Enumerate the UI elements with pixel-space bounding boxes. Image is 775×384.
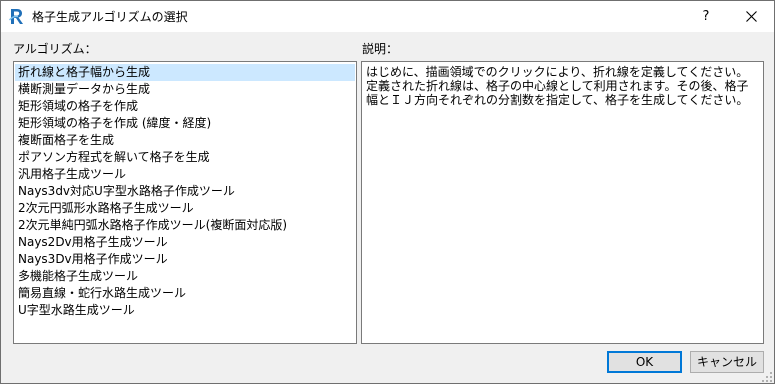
list-item[interactable]: 多機能格子生成ツール <box>15 268 355 285</box>
list-item[interactable]: 2次元単純円弧水路格子作成ツール(複断面対応版) <box>15 217 355 234</box>
ok-button[interactable]: OK <box>607 351 682 373</box>
resize-grip-icon[interactable] <box>762 371 772 382</box>
description-label: 説明： <box>362 42 399 56</box>
help-button[interactable]: ? <box>683 1 729 32</box>
list-item[interactable]: 汎用格子生成ツール <box>15 166 355 183</box>
list-item[interactable]: 折れ線と格子幅から生成 <box>15 64 355 81</box>
list-item[interactable]: Nays2Dv用格子生成ツール <box>15 234 355 251</box>
description-box: はじめに、描画領域でのクリックにより、折れ線を定義してください。定義された折れ線… <box>361 61 764 344</box>
list-item[interactable]: 簡易直線・蛇行水路生成ツール <box>15 285 355 302</box>
list-item[interactable]: 矩形領域の格子を作成 (緯度・経度) <box>15 115 355 132</box>
list-item[interactable]: U字型水路生成ツール <box>15 302 355 319</box>
list-item[interactable]: ポアソン方程式を解いて格子を生成 <box>15 149 355 166</box>
list-item[interactable]: 複断面格子を生成 <box>15 132 355 149</box>
list-item[interactable]: Nays3dv対応U字型水路格子作成ツール <box>15 183 355 200</box>
title-bar[interactable]: 格子生成アルゴリズムの選択 ? <box>1 1 774 32</box>
app-logo-icon <box>8 8 24 25</box>
list-item[interactable]: 矩形領域の格子を作成 <box>15 98 355 115</box>
description-text: はじめに、描画領域でのクリックにより、折れ線を定義してください。定義された折れ線… <box>366 65 749 107</box>
list-item[interactable]: 横断測量データから生成 <box>15 81 355 98</box>
algorithm-selection-dialog: 格子生成アルゴリズムの選択 ? アルゴリズム： 説明： 折れ線と格子幅から生成横… <box>0 0 775 384</box>
close-button[interactable] <box>728 1 774 32</box>
algorithm-label: アルゴリズム： <box>13 42 97 56</box>
list-item[interactable]: 2次元円弧形水路格子生成ツール <box>15 200 355 217</box>
list-item[interactable]: Nays3Dv用格子作成ツール <box>15 251 355 268</box>
cancel-button[interactable]: キャンセル <box>690 351 764 373</box>
window-title: 格子生成アルゴリズムの選択 <box>32 10 188 24</box>
close-icon <box>745 11 757 22</box>
algorithm-list[interactable]: 折れ線と格子幅から生成 横断測量データから生成 矩形領域の格子を作成 矩形領域の格子を… <box>13 61 357 344</box>
